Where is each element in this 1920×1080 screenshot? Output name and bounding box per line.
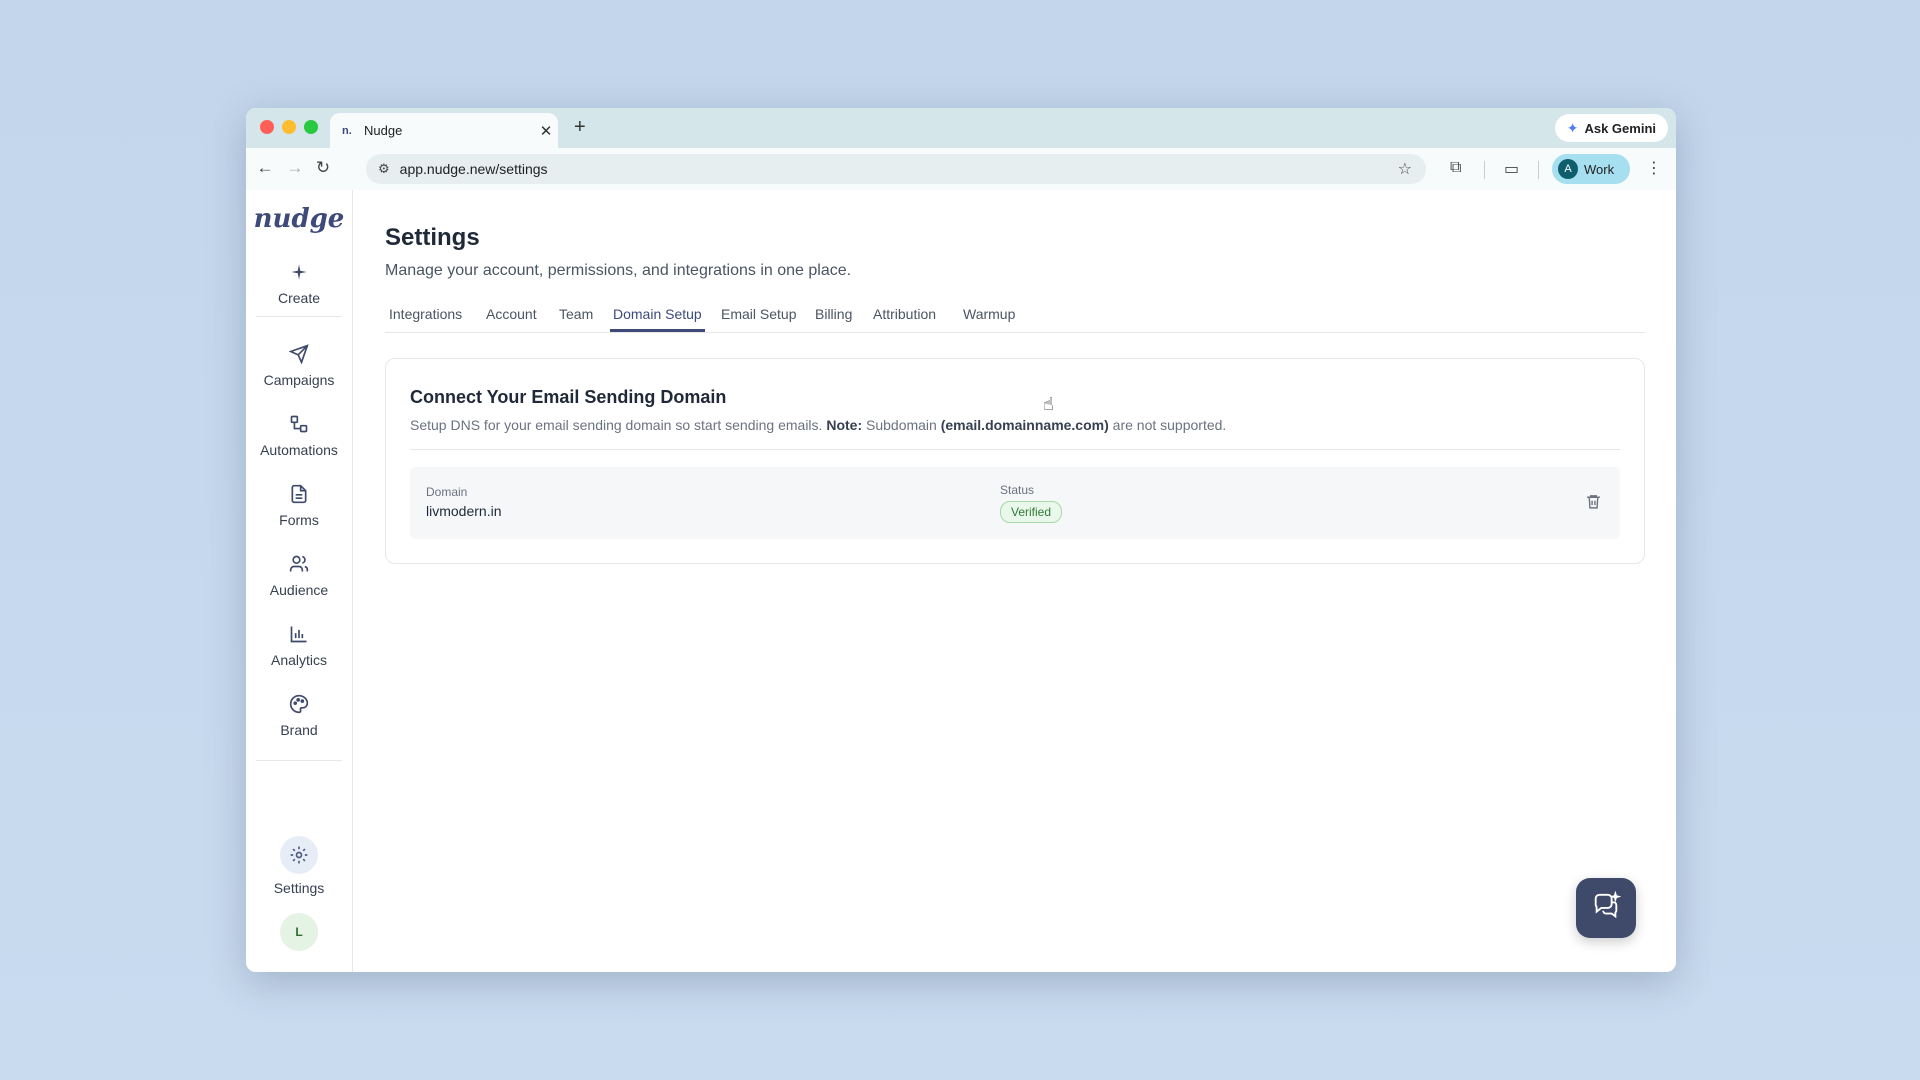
ask-gemini-button[interactable]: ✦ Ask Gemini [1554, 114, 1668, 142]
address-bar[interactable]: ⚙ app.nudge.new/settings ☆ [366, 154, 1426, 184]
domain-row: Domain livmodern.in Status Verified [410, 467, 1620, 539]
new-tab-button[interactable]: + [574, 116, 586, 139]
sidebar-item-settings[interactable]: Settings [246, 836, 352, 896]
tab-team[interactable]: Team [559, 306, 593, 322]
tab-strip: n. Nudge ✕ + ✦ Ask Gemini [246, 108, 1676, 148]
sidebar-item-label: Settings [273, 880, 325, 896]
sidebar: nudge Create Campaigns Automations Forms… [246, 190, 353, 972]
sidebar-item-create[interactable]: Create [246, 262, 352, 306]
toolbar-divider [1484, 161, 1485, 179]
page-title: Settings [385, 224, 480, 251]
toolbar-divider [1538, 161, 1539, 179]
gemini-sparkle-icon: ✦ [1566, 119, 1579, 136]
sidebar-divider [256, 760, 342, 761]
gear-icon [280, 836, 318, 874]
card-description: Setup DNS for your email sending domain … [410, 417, 1226, 433]
browser-window: n. Nudge ✕ + ✦ Ask Gemini ← → ↻ ⚙ app.nu… [246, 108, 1676, 972]
close-window-button[interactable] [260, 120, 274, 134]
sidebar-item-brand[interactable]: Brand [246, 694, 352, 738]
tab-email-setup[interactable]: Email Setup [721, 306, 796, 322]
sidebar-item-automations[interactable]: Automations [246, 414, 352, 458]
tab-billing[interactable]: Billing [815, 306, 852, 322]
desc-prefix: Setup DNS for your email sending domain … [410, 417, 823, 433]
extensions-icon[interactable]: ⧉ [1450, 159, 1461, 177]
tab-title: Nudge [364, 123, 403, 138]
bookmark-star-icon[interactable]: ☆ [1398, 159, 1412, 179]
sidebar-item-forms[interactable]: Forms [246, 484, 352, 528]
sidebar-item-label: Forms [279, 512, 319, 528]
minimize-window-button[interactable] [282, 120, 296, 134]
url-text[interactable]: app.nudge.new/settings [400, 161, 1398, 177]
sidebar-item-label: Brand [280, 722, 318, 738]
nudge-favicon-icon: n. [342, 124, 352, 137]
settings-tabs: Integrations Account Team Domain Setup E… [385, 300, 1645, 333]
nudge-logo[interactable]: nudge [246, 204, 352, 234]
mouse-cursor-icon: ☝ [1043, 394, 1054, 414]
profile-button[interactable]: A Work [1552, 154, 1630, 184]
sidebar-item-analytics[interactable]: Analytics [246, 624, 352, 668]
forward-arrow-icon[interactable]: → [284, 158, 306, 178]
tab-warmup[interactable]: Warmup [963, 306, 1015, 322]
domain-card: Connect Your Email Sending Domain Setup … [385, 358, 1645, 564]
desc-note-label: Note: [826, 417, 863, 433]
chat-bubble-icon [1591, 890, 1622, 926]
sidebar-item-label: Automations [260, 442, 338, 458]
sidebar-item-label: Create [277, 290, 321, 306]
chat-support-button[interactable] [1576, 878, 1636, 938]
sidebar-item-label: Analytics [270, 652, 328, 668]
sidebar-item-campaigns[interactable]: Campaigns [246, 344, 352, 388]
document-icon [246, 484, 352, 506]
tab-search-icon[interactable]: ▭ [1504, 159, 1519, 179]
back-arrow-icon[interactable]: ← [254, 158, 276, 178]
domain-value: livmodern.in [426, 503, 502, 519]
tab-attribution[interactable]: Attribution [873, 306, 936, 322]
user-avatar[interactable]: L [280, 913, 318, 951]
status-label: Status [1000, 483, 1035, 497]
desc-suffix: are not supported. [1112, 417, 1227, 433]
browser-menu-icon[interactable]: ⋮ [1646, 158, 1662, 178]
sidebar-item-label: Campaigns [263, 372, 335, 388]
app-container: nudge Create Campaigns Automations Forms… [246, 190, 1676, 972]
browser-toolbar: ← → ↻ ⚙ app.nudge.new/settings ☆ ⧉ ▭ A W… [246, 148, 1676, 191]
profile-name: Work [1584, 161, 1615, 177]
reload-icon[interactable]: ↻ [312, 158, 334, 178]
users-icon [246, 554, 352, 576]
close-tab-icon[interactable]: ✕ [534, 122, 558, 140]
plus-icon [246, 262, 352, 284]
page-subtitle: Manage your account, permissions, and in… [385, 262, 852, 279]
active-tab-indicator [610, 329, 705, 332]
status-badge: Verified [1000, 501, 1063, 523]
sidebar-item-audience[interactable]: Audience [246, 554, 352, 598]
tab-domain-setup[interactable]: Domain Setup [613, 306, 702, 322]
browser-tab[interactable]: n. Nudge ✕ [330, 113, 558, 148]
palette-icon [246, 694, 352, 716]
tab-integrations[interactable]: Integrations [389, 306, 462, 322]
ask-gemini-label: Ask Gemini [1584, 120, 1656, 136]
shapes-icon [246, 414, 352, 436]
bar-chart-icon [246, 624, 352, 646]
window-controls [260, 120, 318, 134]
maximize-window-button[interactable] [304, 120, 318, 134]
trash-icon[interactable] [1585, 493, 1602, 515]
tab-account[interactable]: Account [486, 306, 537, 322]
card-divider [410, 449, 1620, 450]
card-title: Connect Your Email Sending Domain [410, 387, 727, 407]
sidebar-divider [256, 316, 342, 317]
desc-mid: Subdomain [866, 417, 937, 433]
sidebar-item-label: Audience [269, 582, 329, 598]
site-settings-icon[interactable]: ⚙ [378, 161, 390, 177]
desc-example: (email.domainname.com) [940, 417, 1109, 433]
send-icon [246, 344, 352, 366]
profile-avatar: A [1558, 159, 1578, 179]
domain-label: Domain [426, 485, 468, 499]
